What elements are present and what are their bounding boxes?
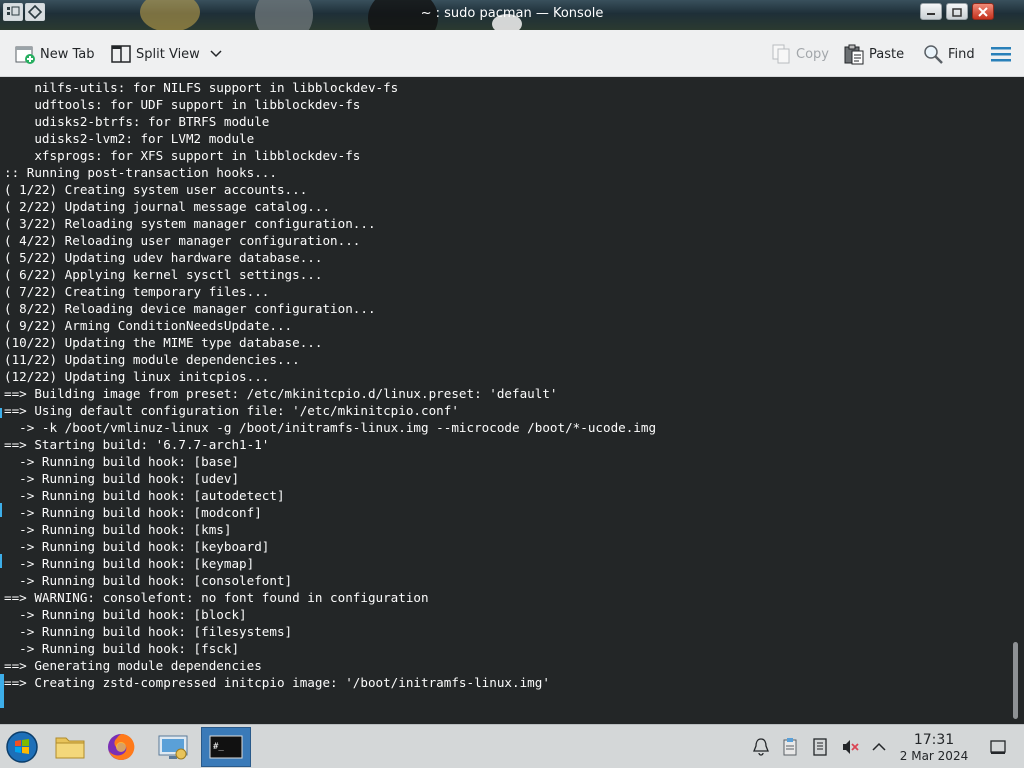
new-tab-icon xyxy=(14,43,36,65)
terminal-line: -> -k /boot/vmlinuz-linux -g /boot/initr… xyxy=(4,420,657,435)
terminal-line: ( 6/22) Applying kernel sysctl settings.… xyxy=(4,267,323,282)
clock-date[interactable]: 2 Mar 2024 xyxy=(890,749,978,763)
task-manager-icon[interactable] xyxy=(810,737,830,757)
copy-icon xyxy=(770,43,792,65)
split-view-button[interactable]: Split View xyxy=(110,42,222,66)
konsole-task-button[interactable]: #_ xyxy=(201,727,251,767)
paste-label: Paste xyxy=(869,46,905,62)
terminal-line: -> Running build hook: [fsck] xyxy=(4,641,240,656)
clipboard-icon[interactable] xyxy=(780,737,800,757)
terminal-line: udftools: for UDF support in libblockdev… xyxy=(4,97,361,112)
terminal-line: ( 8/22) Reloading device manager configu… xyxy=(4,301,376,316)
new-tab-button[interactable]: New Tab xyxy=(14,42,95,66)
terminal-output: nilfs-utils: for NILFS support in libblo… xyxy=(4,79,1004,691)
terminal-line: nilfs-utils: for NILFS support in libblo… xyxy=(4,80,399,95)
taskbar: #_ 17:31 2 Mar 2024 xyxy=(0,724,1024,768)
start-menu-icon[interactable] xyxy=(5,730,39,764)
terminal-line: :: Running post-transaction hooks... xyxy=(4,165,277,180)
terminal-line: udisks2-btrfs: for BTRFS module xyxy=(4,114,270,129)
terminal-line: (11/22) Updating module dependencies... xyxy=(4,352,300,367)
terminal-scrollbar[interactable] xyxy=(1013,642,1018,719)
terminal-line: -> Running build hook: [filesystems] xyxy=(4,624,293,639)
terminal-line: ( 2/22) Updating journal message catalog… xyxy=(4,199,331,214)
terminal-line: -> Running build hook: [block] xyxy=(4,607,247,622)
terminal-line: (10/22) Updating the MIME type database.… xyxy=(4,335,323,350)
terminal-line: ==> WARNING: consolefont: no font found … xyxy=(4,590,429,605)
hamburger-menu-icon xyxy=(990,43,1012,65)
split-view-icon xyxy=(110,43,132,65)
terminal-line: udisks2-lvm2: for LVM2 module xyxy=(4,131,255,146)
firefox-icon[interactable] xyxy=(104,730,138,764)
terminal-line: -> Running build hook: [udev] xyxy=(4,471,240,486)
copy-button[interactable]: Copy xyxy=(770,42,829,66)
hamburger-menu-button[interactable] xyxy=(990,42,1016,66)
file-manager-icon[interactable] xyxy=(53,730,87,764)
terminal-line: ( 5/22) Updating udev hardware database.… xyxy=(4,250,323,265)
expand-tray-icon[interactable] xyxy=(869,737,889,757)
window-title: ~ : sudo pacman — Konsole xyxy=(420,6,604,21)
terminal-view[interactable]: nilfs-utils: for NILFS support in libblo… xyxy=(0,77,1024,724)
chevron-down-icon[interactable] xyxy=(210,47,222,62)
line-marker xyxy=(0,503,2,517)
maximize-button[interactable] xyxy=(946,3,968,20)
terminal-line: -> Running build hook: [autodetect] xyxy=(4,488,285,503)
konsole-toolbar: New Tab Split View Copy Paste Find xyxy=(0,30,1024,77)
terminal-line: ==> Building image from preset: /etc/mki… xyxy=(4,386,558,401)
terminal-line: ==> Generating module dependencies xyxy=(4,658,262,673)
terminal-line: ( 3/22) Reloading system manager configu… xyxy=(4,216,376,231)
terminal-line: ( 7/22) Creating temporary files... xyxy=(4,284,270,299)
terminal-line: -> Running build hook: [keymap] xyxy=(4,556,255,571)
konsole-icon: #_ xyxy=(209,735,243,759)
terminal-line: ==> Using default configuration file: '/… xyxy=(4,403,459,418)
svg-text:#_: #_ xyxy=(213,742,224,752)
split-view-label: Split View xyxy=(136,46,200,62)
terminal-line: ==> Starting build: '6.7.7-arch1-1' xyxy=(4,437,270,452)
terminal-line: -> Running build hook: [consolefont] xyxy=(4,573,293,588)
close-button[interactable] xyxy=(972,3,994,20)
show-desktop-icon[interactable] xyxy=(988,737,1008,757)
terminal-line: xfsprogs: for XFS support in libblockdev… xyxy=(4,148,361,163)
terminal-line: -> Running build hook: [keyboard] xyxy=(4,539,270,554)
line-marker xyxy=(0,408,2,418)
copy-label: Copy xyxy=(796,46,829,62)
clock-time[interactable]: 17:31 xyxy=(896,732,972,748)
terminal-cursor xyxy=(0,674,4,708)
new-tab-label: New Tab xyxy=(40,46,95,62)
terminal-line: ( 9/22) Arming ConditionNeedsUpdate... xyxy=(4,318,293,333)
terminal-line: ( 4/22) Reloading user manager configura… xyxy=(4,233,361,248)
terminal-line: -> Running build hook: [kms] xyxy=(4,522,232,537)
window-titlebar[interactable]: ~ : sudo pacman — Konsole xyxy=(0,0,1024,30)
terminal-line: -> Running build hook: [base] xyxy=(4,454,240,469)
terminal-line: ==> Creating zstd-compressed initcpio im… xyxy=(4,675,550,690)
volume-muted-icon[interactable] xyxy=(840,737,860,757)
minimize-button[interactable] xyxy=(920,3,942,20)
terminal-line: (12/22) Updating linux initcpios... xyxy=(4,369,270,384)
paste-button[interactable]: Paste xyxy=(843,42,904,66)
system-settings-icon[interactable] xyxy=(156,730,190,764)
find-button[interactable]: Find xyxy=(922,42,975,66)
paste-icon xyxy=(843,43,865,65)
line-marker xyxy=(0,554,2,568)
terminal-line: ( 1/22) Creating system user accounts... xyxy=(4,182,308,197)
notification-bell-icon[interactable] xyxy=(751,737,771,757)
search-icon xyxy=(922,43,944,65)
terminal-line: -> Running build hook: [modconf] xyxy=(4,505,262,520)
find-label: Find xyxy=(948,46,975,62)
